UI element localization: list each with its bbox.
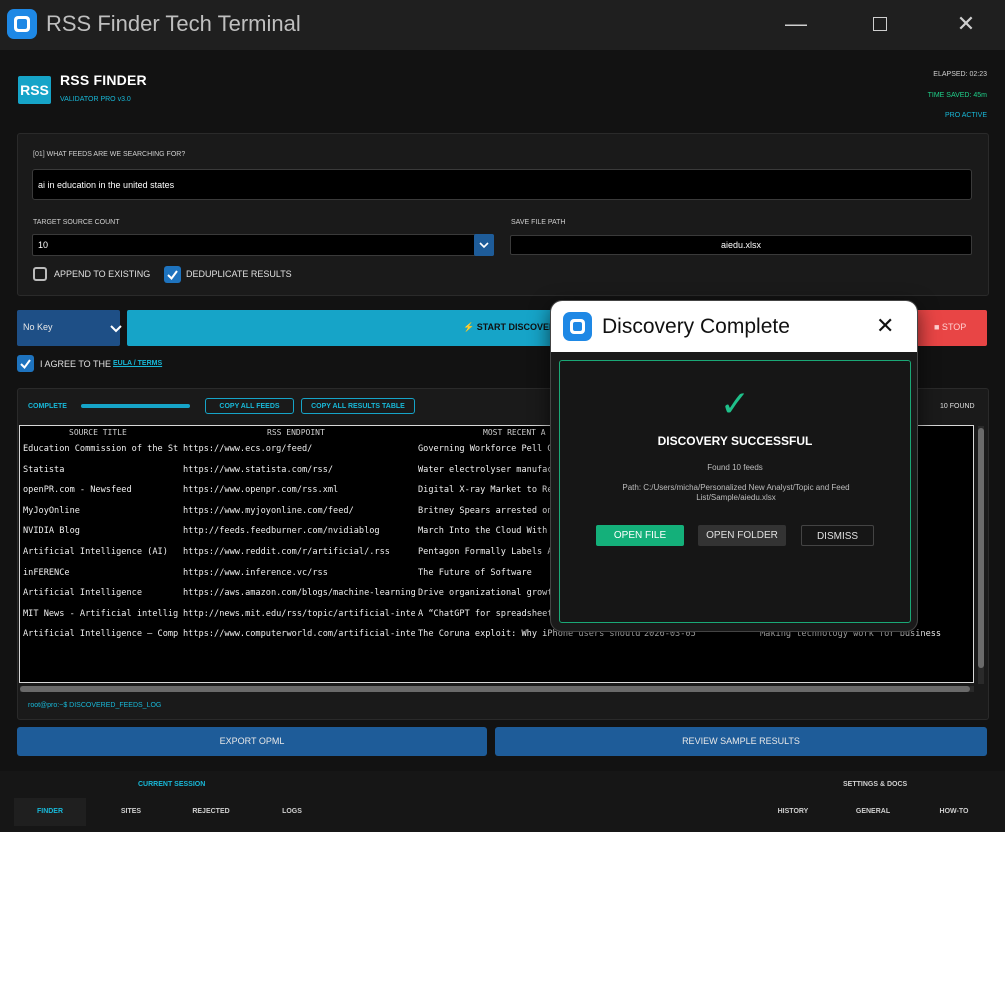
stop-button[interactable]: ■ STOP	[915, 310, 987, 346]
copy-results-table-button[interactable]: COPY ALL RESULTS TABLE	[301, 398, 415, 414]
table-cell-title: Artificial Intelligence – Comp	[23, 629, 179, 640]
discovery-complete-dialog: Discovery Complete ✕ ✓ DISCOVERY SUCCESS…	[550, 300, 918, 632]
title-bar: RSS Finder Tech Terminal — ✕	[0, 0, 1005, 50]
api-key-value: No Key	[23, 322, 53, 332]
file-path-text: Path: C:/Users/micha/Personalized New An…	[622, 483, 850, 502]
dialog-header: Discovery Complete ✕	[551, 301, 917, 352]
table-cell-url: http://feeds.feedburner.com/nvidiablog	[183, 526, 380, 537]
table-row[interactable]: Artificial Intelligence – Comp https://ww…	[20, 629, 973, 649]
dismiss-button[interactable]: DISMISS	[801, 525, 874, 546]
eula-link[interactable]: EULA / TERMS	[113, 360, 162, 367]
results-status: COMPLETE	[28, 403, 67, 410]
table-cell-title: inFERENCe	[23, 567, 70, 578]
tab-how-to[interactable]: HOW-TO	[924, 798, 984, 826]
table-cell-url: https://aws.amazon.com/blogs/machine-lea…	[183, 588, 415, 599]
dialog-title: Discovery Complete	[602, 315, 790, 338]
table-cell-title: Statista	[23, 464, 65, 475]
start-label: ⚡ START DISCOVERY	[463, 322, 562, 332]
dedupe-label: DEDUPLICATE RESULTS	[186, 269, 292, 279]
table-cell-title: NVIDIA Blog	[23, 526, 80, 537]
query-label: [01] WHAT FEEDS ARE WE SEARCHING FOR?	[33, 151, 186, 158]
elapsed-time: ELAPSED: 02:23	[933, 71, 987, 78]
append-label: APPEND TO EXISTING	[54, 269, 151, 279]
check-icon: ✓	[719, 383, 751, 424]
found-count: 10 FOUND	[940, 403, 975, 410]
rss-logo: RSS	[18, 76, 51, 104]
horizontal-scrollbar[interactable]	[20, 686, 974, 692]
table-cell-title: Education Commission of the St	[23, 444, 179, 454]
close-icon[interactable]: ✕	[876, 313, 894, 339]
stop-label: ■ STOP	[934, 322, 967, 332]
progress-track	[81, 404, 190, 408]
brand-subtitle: VALIDATOR PRO v3.0	[60, 96, 131, 103]
open-file-button[interactable]: OPEN FILE	[596, 525, 684, 546]
table-cell-url: https://www.inference.vc/rss	[183, 567, 328, 578]
time-saved: TIME SAVED: 45m	[927, 92, 987, 99]
table-cell-title: Artificial Intelligence	[23, 588, 142, 599]
table-cell-title: Artificial Intelligence (AI)	[23, 547, 168, 557]
table-cell-title: openPR.com - Newsfeed	[23, 485, 132, 496]
table-cell-url: https://www.ecs.org/feed/	[183, 444, 313, 454]
start-discovery-button[interactable]: ⚡ START DISCOVERY	[127, 310, 567, 346]
app-icon	[563, 312, 592, 341]
column-header: MOST RECENT A	[483, 428, 546, 437]
brand-title: RSS FINDER	[60, 72, 147, 88]
api-key-select[interactable]: No Key	[17, 310, 122, 346]
table-cell-title: MyJoyOnline	[23, 505, 80, 516]
table-cell-url: http://news.mit.edu/rss/topic/artificial…	[183, 608, 415, 619]
table-cell-url: https://www.reddit.com/r/artificial/.rss	[183, 547, 390, 557]
table-cell-url: https://www.statista.com/rss/	[183, 464, 334, 475]
save-path-input[interactable]: aiedu.xlsx	[510, 235, 972, 255]
column-header: RSS ENDPOINT	[267, 428, 325, 437]
table-cell-url: https://www.computerworld.com/artificial…	[183, 629, 415, 640]
export-opml-button[interactable]: EXPORT OPML	[17, 727, 487, 756]
window-title: RSS Finder Tech Terminal	[46, 11, 301, 36]
progress-fill	[81, 404, 190, 408]
save-path-label: SAVE FILE PATH	[511, 219, 566, 226]
review-sample-button[interactable]: REVIEW SAMPLE RESULTS	[495, 727, 987, 756]
tab-history[interactable]: HISTORY	[763, 798, 823, 826]
table-cell-url: https://www.openpr.com/rss.xml	[183, 485, 339, 496]
tab-rejected[interactable]: REJECTED	[177, 798, 245, 826]
vertical-scrollbar[interactable]	[978, 426, 984, 684]
tab-logs[interactable]: LOGS	[262, 798, 322, 826]
query-input[interactable]: ai in education in the united states	[32, 169, 972, 200]
agree-text: I AGREE TO THE	[40, 359, 112, 369]
close-icon[interactable]: ✕	[951, 10, 981, 38]
session-label: CURRENT SESSION	[138, 781, 206, 788]
tab-general[interactable]: GENERAL	[843, 798, 903, 826]
settings-label: SETTINGS & DOCS	[843, 781, 908, 788]
table-cell-url: https://www.myjoyonline.com/feed/	[183, 505, 354, 516]
success-heading: DISCOVERY SUCCESSFUL	[657, 434, 813, 448]
tab-finder[interactable]: FINDER	[14, 798, 86, 826]
log-prompt: root@pro:~$ DISCOVERED_FEEDS_LOG	[28, 702, 162, 709]
pro-status: PRO ACTIVE	[944, 112, 987, 119]
tab-sites[interactable]: SITES	[101, 798, 161, 826]
dedupe-checkbox[interactable]	[164, 266, 181, 283]
chevron-down-icon[interactable]	[474, 234, 494, 256]
copy-all-feeds-button[interactable]: COPY ALL FEEDS	[205, 398, 294, 414]
table-cell-title: MIT News - Artificial intellig	[23, 608, 179, 619]
app-icon	[7, 9, 37, 39]
target-count-label: TARGET SOURCE COUNT	[33, 219, 120, 226]
dialog-body: ✓ DISCOVERY SUCCESSFUL Found 10 feeds Pa…	[559, 360, 911, 623]
minimize-icon[interactable]: —	[781, 10, 811, 38]
column-header: SOURCE TITLE	[69, 428, 127, 437]
open-folder-button[interactable]: OPEN FOLDER	[698, 525, 786, 546]
found-feeds-text: Found 10 feeds	[707, 463, 763, 472]
target-count-value: 10	[38, 240, 49, 250]
append-checkbox[interactable]	[33, 267, 47, 281]
chevron-down-icon	[110, 325, 122, 333]
agree-checkbox[interactable]	[17, 355, 34, 372]
maximize-icon[interactable]	[865, 10, 895, 38]
target-count-select[interactable]: 10	[32, 234, 494, 256]
